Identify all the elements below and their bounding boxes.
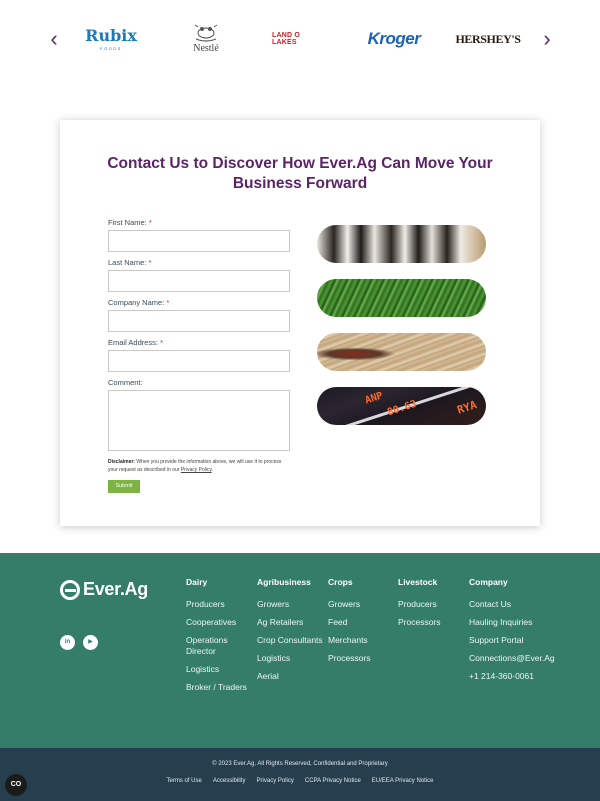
legal-links: Terms of Use Accessibility Privacy Polic… (0, 778, 600, 784)
footer-link[interactable]: Aerial (257, 671, 323, 682)
linkedin-icon[interactable]: in (60, 635, 75, 650)
disclaimer: Disclaimer: When you provide the informa… (108, 459, 282, 473)
footer-link[interactable]: +1 214-360-0061 (469, 671, 569, 682)
chevron-left-icon[interactable]: ‹ (44, 28, 64, 50)
footer-link[interactable]: Merchants (328, 635, 394, 646)
customer-logo-carousel: ‹ Rubix FOODS Nestlé LAND O LAKES Kroger… (0, 0, 600, 80)
disclaimer-label: Disclaimer: (108, 459, 135, 465)
nest-bird-icon (194, 24, 218, 42)
footer-column-heading: Dairy (186, 577, 208, 587)
footer-link[interactable]: Processors (398, 617, 464, 628)
grass-field-image (317, 279, 486, 317)
land-o-lakes-logo: LAND O LAKES (272, 22, 326, 56)
footer-link[interactable]: Logistics (257, 653, 323, 664)
footer-link[interactable]: Processors (328, 653, 394, 664)
first-name-label: First Name: * (108, 218, 292, 228)
footer-link[interactable]: Cooperatives (186, 617, 252, 628)
rubix-foods-logo: Rubix FOODS (85, 22, 137, 56)
contact-title: Contact Us to Discover How Ever.Ag Can M… (107, 155, 493, 192)
privacy-policy-link[interactable]: Privacy Policy (181, 467, 212, 473)
first-name-label-text: First Name: (108, 218, 147, 227)
footer-link[interactable]: Producers (186, 599, 252, 610)
footer-link[interactable]: Connections@Ever.Ag (469, 653, 569, 664)
required-marker: * (166, 298, 170, 307)
rubix-logo-text: Rubix (85, 25, 137, 45)
site-footer: Ever.Ag in ▶ Dairy Producers Cooperative… (0, 553, 600, 748)
chevron-right-icon[interactable]: › (537, 28, 557, 50)
footer-link[interactable]: Crop Consultants (257, 635, 323, 646)
footer-link[interactable]: Producers (398, 599, 464, 610)
footer-column-heading: Crops (328, 577, 353, 587)
footer-column-livestock: Livestock Producers Processors (398, 577, 464, 635)
last-name-label-text: Last Name: (108, 258, 147, 267)
footer-link[interactable]: Contact Us (469, 599, 569, 610)
submit-button[interactable]: Submit (108, 480, 140, 493)
footer-link[interactable]: Ag Retailers (257, 617, 323, 628)
ccpa-privacy-notice-link[interactable]: CCPA Privacy Notice (305, 778, 361, 784)
rubix-logo-subtext: FOODS (100, 45, 122, 51)
comment-label: Comment: (108, 378, 292, 388)
last-name-label: Last Name: * (108, 258, 292, 268)
cookie-preferences-button[interactable]: CO (5, 774, 27, 796)
company-name-label: Company Name: * (108, 298, 292, 308)
last-name-field[interactable] (108, 270, 290, 292)
footer-link[interactable]: Growers (328, 599, 394, 610)
nestle-logo-text: Nestlé (193, 43, 219, 54)
company-name-field[interactable] (108, 310, 290, 332)
ever-ag-wordmark: Ever.Ag (83, 579, 148, 599)
footer-link[interactable]: Growers (257, 599, 323, 610)
footer-column-dairy: Dairy Producers Cooperatives Operations … (186, 577, 252, 700)
hersheys-logo: HERSHEY'S (455, 22, 520, 56)
email-label: Email Address: * (108, 338, 292, 348)
footer-column-heading: Agribusiness (257, 577, 311, 587)
required-marker: * (148, 258, 152, 267)
comment-label-text: Comment: (108, 378, 143, 387)
first-name-field[interactable] (108, 230, 290, 252)
kroger-logo: Kroger (367, 22, 421, 56)
ever-ag-mark-icon (60, 579, 80, 600)
terms-of-use-link[interactable]: Terms of Use (167, 778, 202, 784)
footer-column-company: Company Contact Us Hauling Inquiries Sup… (469, 577, 569, 689)
footer-column-agribusiness: Agribusiness Growers Ag Retailers Crop C… (257, 577, 323, 689)
footer-column-heading: Company (469, 577, 508, 587)
hersheys-logo-text: HERSHEY'S (455, 31, 521, 46)
legal-bar: © 2023 Ever.Ag, All Rights Reserved, Con… (0, 748, 600, 801)
harvest-field-image (317, 333, 486, 371)
contact-card: Contact Us to Discover How Ever.Ag Can M… (60, 120, 540, 526)
comment-field[interactable] (108, 390, 290, 451)
footer-link[interactable]: Feed (328, 617, 394, 628)
eu-eea-privacy-notice-link[interactable]: EU/EEA Privacy Notice (372, 778, 434, 784)
required-marker: * (148, 218, 152, 227)
ticker-text: RYA (455, 398, 479, 417)
ticker-text: ANP (363, 390, 385, 407)
company-name-label-text: Company Name: (108, 298, 165, 307)
required-marker: * (160, 338, 164, 347)
contact-form: First Name: * Last Name: * Company Name:… (108, 218, 292, 493)
accessibility-link[interactable]: Accessibility (213, 778, 246, 784)
footer-column-heading: Livestock (398, 577, 438, 587)
nestle-logo: Nestlé (186, 22, 226, 56)
email-field[interactable] (108, 350, 290, 372)
land-o-lakes-logo-text: LAND O LAKES (272, 32, 301, 46)
privacy-policy-footer-link[interactable]: Privacy Policy (257, 778, 294, 784)
kroger-logo-text: Kroger (367, 29, 421, 48)
footer-link[interactable]: Operations Director (186, 635, 252, 657)
footer-link[interactable]: Hauling Inquiries (469, 617, 569, 628)
footer-column-crops: Crops Growers Feed Merchants Processors (328, 577, 394, 671)
email-label-text: Email Address: (108, 338, 159, 347)
ever-ag-logo[interactable]: Ever.Ag (60, 579, 148, 600)
footer-link[interactable]: Support Portal (469, 635, 569, 646)
ticker-text: 80.63 (386, 398, 419, 419)
footer-link[interactable]: Broker / Traders (186, 682, 252, 693)
cows-image (317, 225, 486, 263)
youtube-icon[interactable]: ▶ (83, 635, 98, 650)
copyright-text: © 2023 Ever.Ag, All Rights Reserved, Con… (212, 761, 388, 767)
stock-ticker-image: ANP 80.63 RYA (317, 387, 486, 425)
footer-link[interactable]: Logistics (186, 664, 252, 675)
